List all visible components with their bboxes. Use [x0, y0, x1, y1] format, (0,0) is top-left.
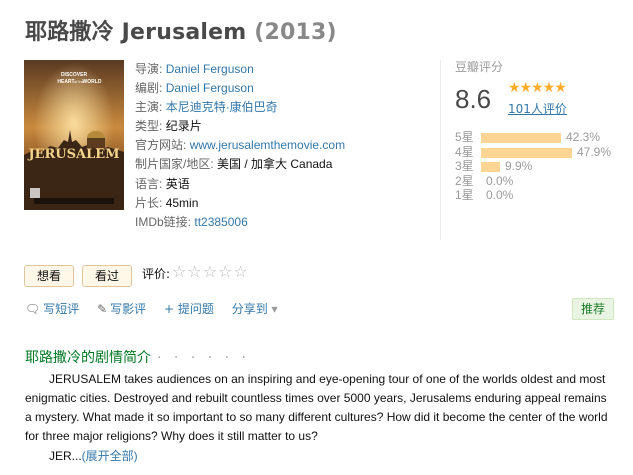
rating-row-label: 5星 — [455, 130, 474, 144]
movie-info: 导演: Daniel Ferguson 编剧: Daniel Ferguson … — [135, 60, 345, 232]
recommend-button[interactable]: 推荐 — [572, 298, 614, 320]
country-label: 制片国家/地区: — [135, 157, 214, 172]
rating-row: 4星 47.9% — [455, 144, 611, 160]
summary-text: JERUSALEM takes audiences on an inspirin… — [25, 372, 608, 443]
rating-row-percent: 0.0% — [486, 173, 514, 188]
expand-all-link[interactable]: (展开全部) — [82, 449, 138, 463]
page-title: 耶路撒冷 Jerusalem (2013) — [25, 14, 337, 46]
rate-stars-input[interactable]: ☆☆☆☆☆ — [172, 262, 249, 281]
imdb-link[interactable]: tt2385006 — [194, 215, 247, 229]
rating-row-percent: 42.3% — [566, 130, 601, 144]
write-short-review-button[interactable]: 🗨 写短评 — [25, 302, 79, 316]
rating-row-percent: 47.9% — [577, 144, 612, 159]
rating-row-percent: 0.0% — [486, 188, 514, 202]
runtime-value: 45min — [165, 195, 199, 210]
pencil-icon: ✎ — [97, 302, 108, 316]
rating-row-percent: 9.9% — [505, 159, 533, 173]
rating-row-label: 4星 — [455, 144, 474, 159]
cast-link[interactable]: 本尼迪克特·康伯巴奇 — [166, 100, 278, 114]
rating-row: 3星 9.9% — [455, 159, 532, 174]
writer-label: 编剧: — [135, 81, 163, 96]
cast-label: 主演: — [135, 100, 163, 115]
rating-count-link[interactable]: 101人评价 — [508, 100, 567, 117]
poster-tagline-top: DISCOVER — [61, 72, 88, 78]
director-link[interactable]: Daniel Ferguson — [166, 62, 254, 76]
genre-value: 纪录片 — [165, 119, 202, 134]
country-value: 美国 / 加拿大 Canada — [217, 157, 333, 172]
summary-more: JER...(展开全部) — [49, 449, 138, 463]
rating-row-label: 1星 — [455, 188, 474, 202]
rating-bar — [481, 147, 572, 158]
official-site-link[interactable]: www.jerusalemthemovie.com — [190, 138, 345, 152]
rating-row: 1星 0.0% — [455, 188, 513, 203]
write-review-button[interactable]: ✎ 写影评 — [97, 302, 146, 316]
imdb-label: IMDb链接: — [135, 214, 192, 229]
action-bar: 🗨 写短评 ✎ 写影评 + 提问题 分享到 ▾ — [25, 300, 292, 317]
chat-icon: 🗨 — [25, 302, 41, 316]
director-label: 导演: — [135, 62, 163, 76]
poster-tagline-mid: HEART — [57, 79, 74, 85]
movie-poster[interactable]: DISCOVER HEART of the WORLD JERUSALEM — [24, 60, 124, 210]
poster-name: JERUSALEM — [27, 147, 119, 162]
rating-bar — [481, 133, 561, 143]
site-label: 官方网站: — [135, 138, 187, 153]
poster-tagline-world: WORLD — [83, 79, 102, 85]
want-to-watch-button[interactable]: 想看 — [24, 265, 74, 287]
ask-question-button[interactable]: + 提问题 — [164, 302, 214, 316]
rating-panel: 豆瓣评分 8.6 ★★★★★ 101人评价 — [455, 58, 625, 116]
genre-label: 类型: — [135, 119, 163, 134]
rating-row-label: 2星 — [455, 173, 474, 188]
rating-row-label: 3星 — [455, 159, 474, 173]
language-label: 语言: — [135, 176, 163, 191]
rating-distribution: 5星 42.3% 4星 47.9% 3星 9.9% 2星 0.0% 1星 0.0% — [455, 130, 611, 203]
movie-year: (2013) — [254, 20, 337, 45]
summary-heading: 耶路撒冷的剧情简介 · · · · · · — [25, 350, 250, 366]
rating-row: 5星 42.3% — [455, 130, 600, 145]
rating-stars-icon: ★★★★★ — [508, 80, 567, 96]
rating-row: 2星 0.0% — [455, 173, 513, 189]
rating-bar — [481, 162, 500, 172]
runtime-label: 片长: — [135, 195, 163, 210]
heading-dots: · · · · · · — [157, 350, 250, 366]
divider — [440, 60, 441, 240]
movie-title: 耶路撒冷 Jerusalem — [25, 20, 247, 45]
rating-score: 8.6 — [455, 84, 492, 114]
writer-link[interactable]: Daniel Ferguson — [166, 81, 254, 95]
share-button[interactable]: 分享到 ▾ — [232, 302, 278, 316]
rating-caption: 豆瓣评分 — [455, 60, 504, 74]
chevron-down-icon: ▾ — [271, 302, 278, 316]
language-value: 英语 — [165, 176, 190, 191]
watched-button[interactable]: 看过 — [82, 265, 132, 287]
rate-label: 评价: — [142, 267, 171, 281]
